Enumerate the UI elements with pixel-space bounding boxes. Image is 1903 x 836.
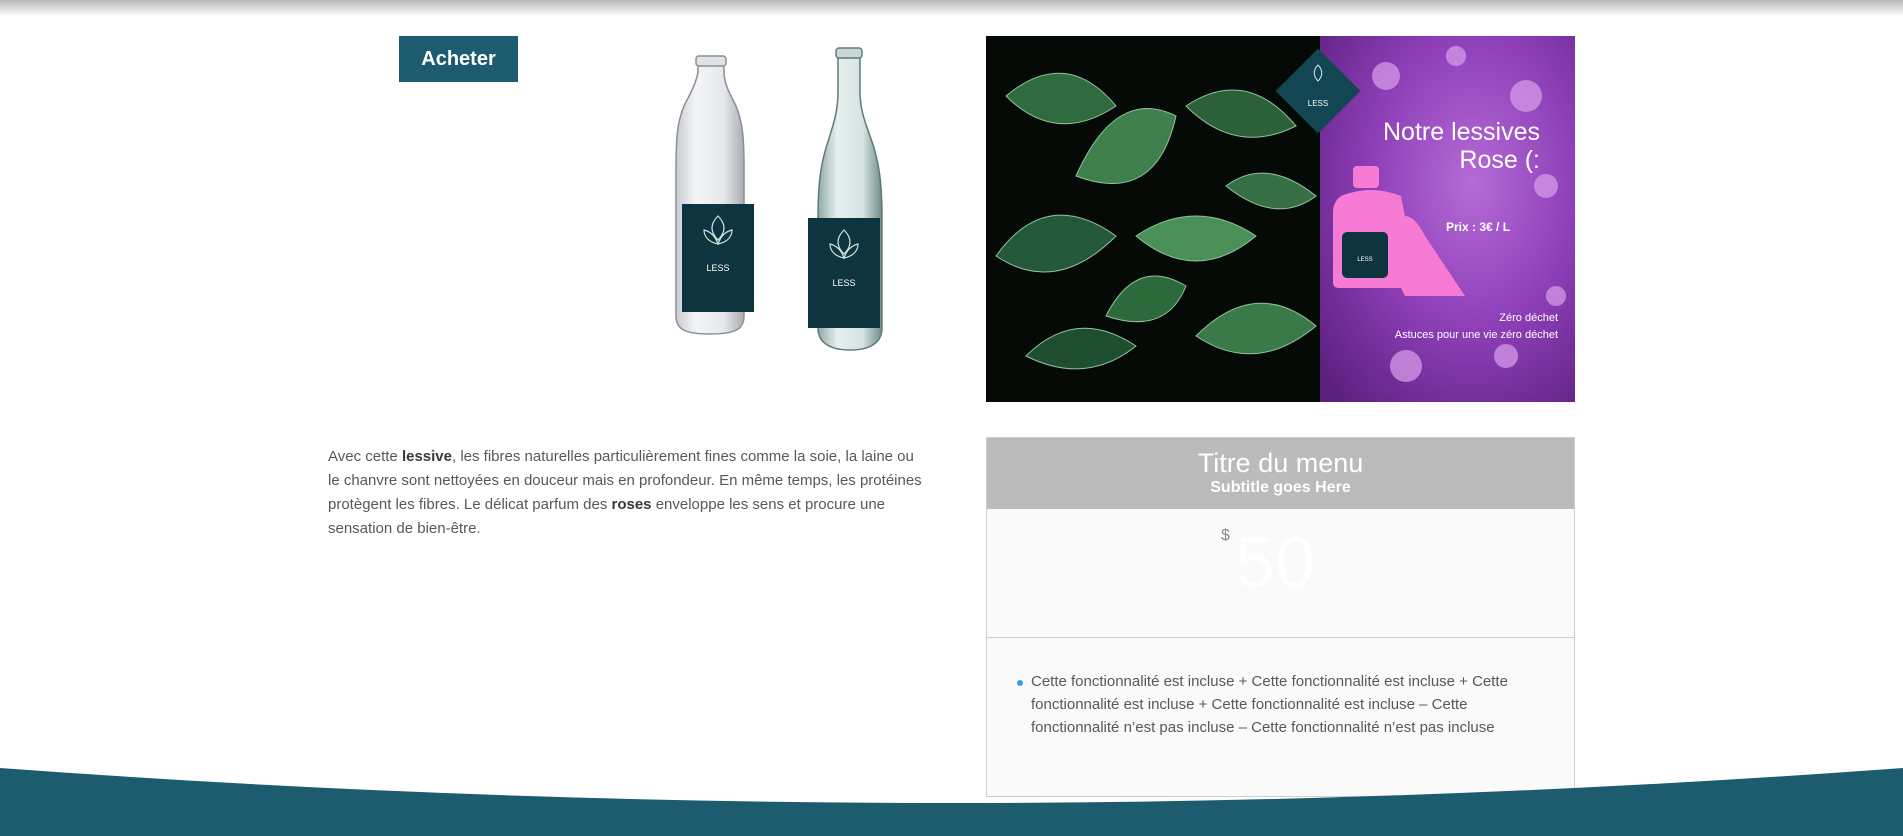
product-description: Avec cette lessive, les fibres naturelle…: [328, 445, 928, 541]
bottle-label-2: [808, 218, 880, 328]
hero-headline-2: Rose (:: [1459, 146, 1540, 174]
feature-text: Cette fonctionnalité est incluse + Cette…: [1031, 673, 1508, 736]
bottle-label-text-2: LESS: [832, 278, 855, 288]
svg-text:LESS: LESS: [1357, 257, 1372, 263]
price-amount: 50: [1235, 523, 1316, 603]
footer-wave: [0, 768, 1903, 836]
bottle-label-text-1: LESS: [706, 263, 729, 273]
bullet-icon: [1017, 680, 1023, 686]
hero-headline-1: Notre lessives: [1383, 118, 1540, 146]
hero-tagline-1: Zéro déchet: [1499, 312, 1558, 324]
bottle-label-1: [682, 204, 754, 312]
hero-logo-text: LESS: [1308, 99, 1328, 108]
desc-text-1: Avec cette: [328, 448, 402, 465]
pricing-title: Titre du menu: [1197, 448, 1364, 478]
pricing-table: Titre du menu Subtitle goes Here $ 50 Ce…: [986, 437, 1575, 797]
hero-price: Prix : 3€ / L: [1446, 220, 1510, 234]
desc-bold-roses: roses: [611, 496, 652, 513]
buy-button[interactable]: Acheter: [399, 36, 518, 82]
pricing-header: Titre du menu Subtitle goes Here: [987, 438, 1574, 509]
pricing-subtitle: Subtitle goes Here: [1210, 479, 1351, 496]
pricing-features: Cette fonctionnalité est incluse + Cette…: [987, 638, 1574, 739]
hero-banner: LESS Notre lessives Rose (: LESS Prix : …: [986, 36, 1575, 402]
price-currency: $: [1221, 527, 1230, 544]
feature-item: Cette fonctionnalité est incluse + Cette…: [1017, 670, 1544, 739]
bottles-image: LESS LESS: [675, 47, 883, 351]
pricing-price: $ 50: [987, 509, 1574, 638]
hero-tagline-2: Astuces pour une vie zéro déchet: [1395, 329, 1558, 341]
desc-bold-lessive: lessive: [401, 448, 452, 465]
header-shadow: [0, 0, 1903, 16]
